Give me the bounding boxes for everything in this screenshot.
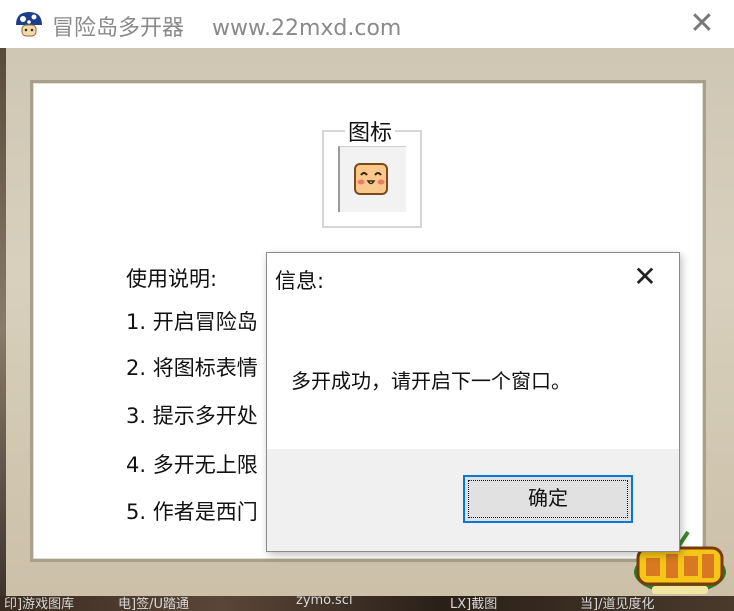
info-dialog: 信息: ✕ 多开成功，请开启下一个窗口。 确定: [266, 252, 680, 552]
close-icon: ✕: [633, 260, 657, 293]
dialog-title: 信息:: [275, 269, 325, 293]
instruction-item-5: 5. 作者是西门: [126, 500, 258, 524]
instruction-item-2: 2. 将图标表情: [126, 356, 258, 380]
mushroom-app-icon: [16, 12, 42, 37]
ok-button[interactable]: 确定: [463, 475, 633, 523]
window-title: 冒险岛多开器 www.22mxd.com: [52, 10, 401, 42]
cute-face-icon[interactable]: [353, 162, 389, 196]
bg-fragment-5: 当]/道见度化: [580, 597, 655, 611]
site-url: www.22mxd.com: [212, 16, 402, 41]
dialog-close-button[interactable]: ✕: [623, 259, 667, 295]
bg-fragment-1: 印]游戏图库: [4, 597, 75, 611]
instruction-item-1: 1. 开启冒险岛: [126, 310, 258, 334]
instructions-heading: 使用说明:: [126, 267, 218, 291]
title-bar: 冒险岛多开器 www.22mxd.com ✕: [0, 0, 734, 48]
instruction-item-4: 4. 多开无上限: [126, 453, 258, 477]
bg-fragment-2: 电]签/U踏通: [118, 597, 189, 611]
dialog-footer: 确定: [267, 449, 679, 551]
background-edge: [0, 48, 6, 611]
bg-fragment-4: LX]截图: [450, 597, 498, 611]
dialog-message: 多开成功，请开启下一个窗口。: [291, 369, 571, 393]
bg-fragment-3: zymo.scl: [296, 596, 353, 608]
instruction-item-3: 3. 提示多开处: [126, 404, 258, 428]
icon-groupbox-legend: 图标: [345, 115, 396, 147]
close-icon: ✕: [689, 6, 715, 41]
window-close-button[interactable]: ✕: [684, 6, 720, 42]
background-strip: 印]游戏图库 电]签/U踏通 zymo.scl LX]截图 当]/道见度化: [0, 596, 734, 611]
app-name: 冒险岛多开器: [52, 16, 185, 41]
